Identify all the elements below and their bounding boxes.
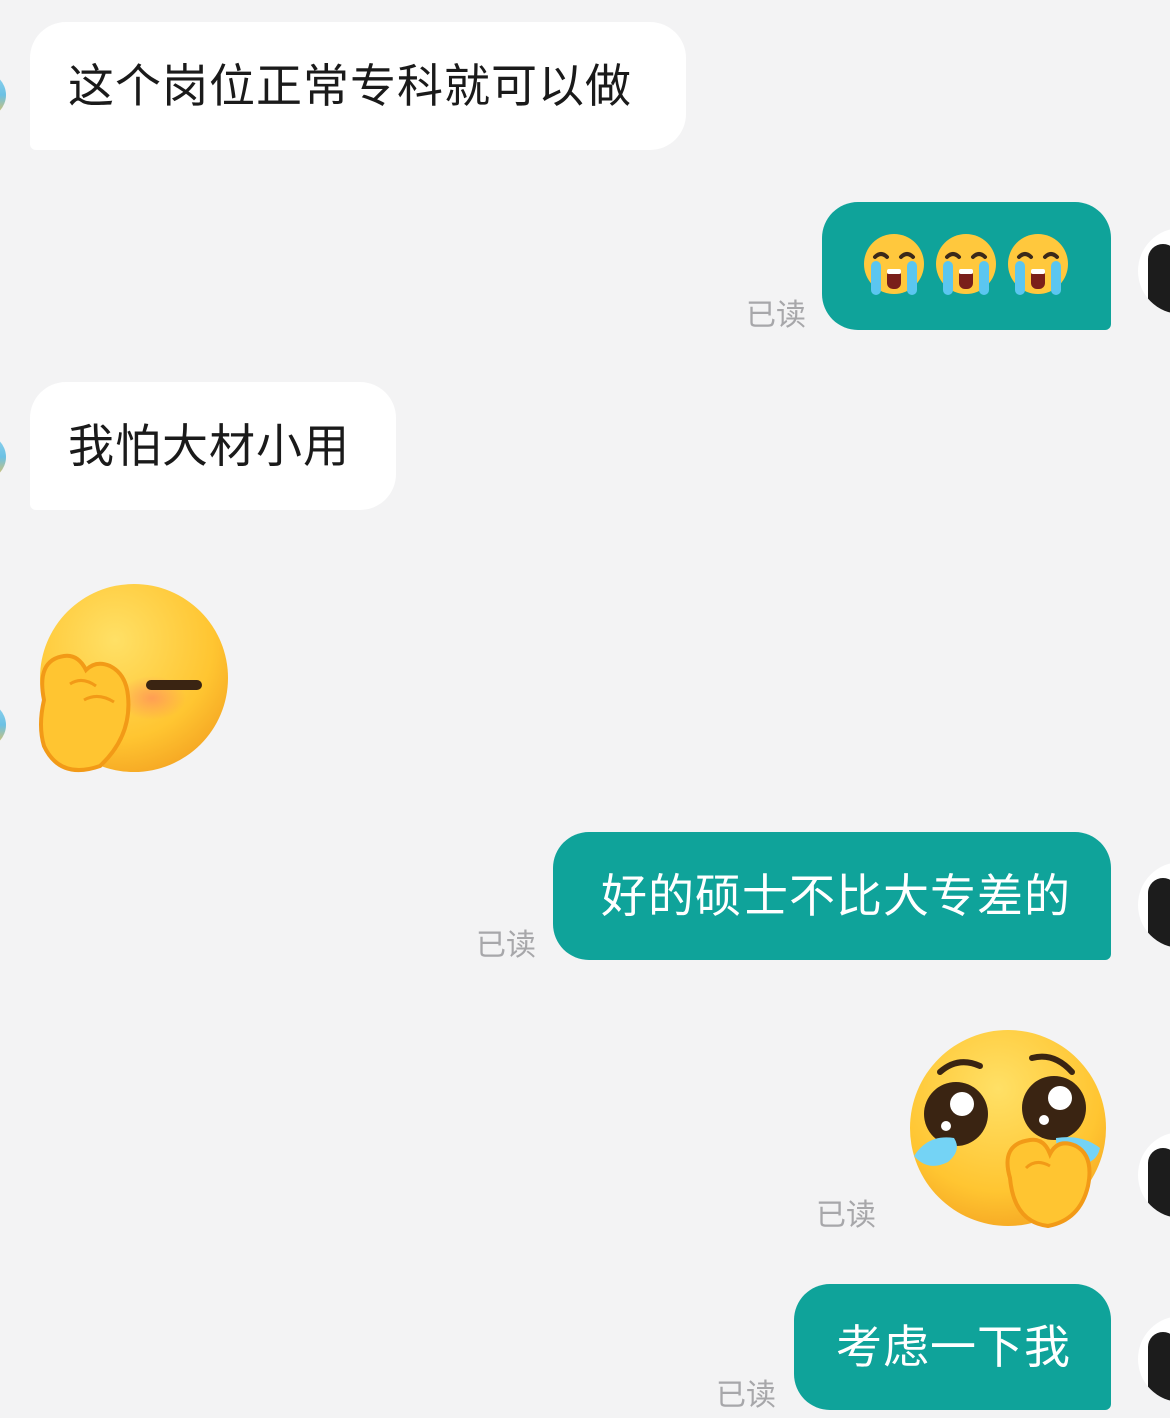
contact-avatar[interactable] xyxy=(0,434,6,480)
outgoing-message-bubble[interactable]: 考虑一下我 xyxy=(794,1284,1111,1410)
read-receipt: 已读 xyxy=(716,1378,776,1413)
read-receipt: 已读 xyxy=(816,1198,876,1233)
contact-avatar[interactable] xyxy=(0,72,6,118)
outgoing-message-bubble[interactable]: 好的硕士不比大专差的 xyxy=(553,832,1111,960)
read-receipt: 已读 xyxy=(476,928,536,963)
contact-avatar[interactable] xyxy=(0,702,6,748)
emoji-group xyxy=(859,231,1073,301)
pleading-teary-face-emoji-icon[interactable] xyxy=(906,1028,1112,1232)
self-avatar[interactable] xyxy=(1138,862,1170,948)
read-receipt: 已读 xyxy=(746,298,806,333)
incoming-message-bubble[interactable]: 这个岗位正常专科就可以做 xyxy=(30,22,686,150)
incoming-message-bubble[interactable]: 我怕大材小用 xyxy=(30,382,396,510)
loudly-crying-face-icon xyxy=(1008,234,1068,295)
message-text: 这个岗位正常专科就可以做 xyxy=(68,59,632,113)
outgoing-emoji-bubble[interactable] xyxy=(822,202,1111,330)
self-avatar[interactable] xyxy=(1138,1132,1170,1218)
message-text: 我怕大材小用 xyxy=(68,419,350,473)
message-text: 好的硕士不比大专差的 xyxy=(601,869,1071,923)
message-text: 考虑一下我 xyxy=(836,1320,1071,1374)
loudly-crying-face-icon xyxy=(864,234,924,295)
self-avatar[interactable] xyxy=(1138,1316,1170,1402)
loudly-crying-face-icon xyxy=(936,234,996,295)
self-avatar[interactable] xyxy=(1138,228,1170,314)
face-palm-emoji-icon[interactable] xyxy=(34,580,234,776)
